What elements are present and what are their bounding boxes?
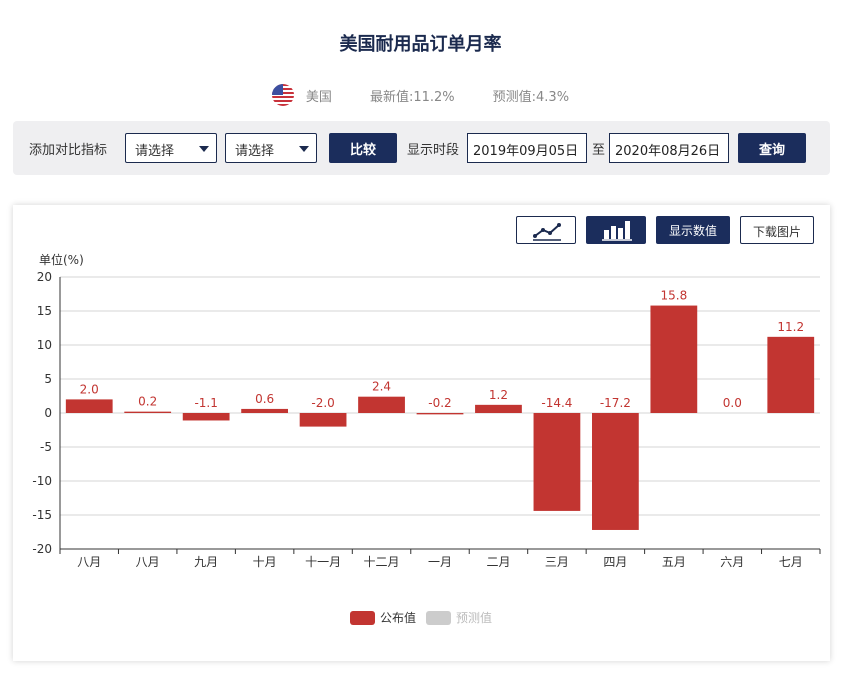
legend-label-forecast: 预测值 <box>456 610 492 625</box>
x-tick-label: 七月 <box>779 555 803 569</box>
data-label: 1.2 <box>489 388 508 402</box>
x-tick-label: 十一月 <box>305 555 341 569</box>
data-label: -17.2 <box>600 396 631 410</box>
compare-select-2[interactable]: 请选择 <box>225 133 317 163</box>
x-tick-label: 五月 <box>662 555 686 569</box>
bar <box>241 408 288 413</box>
bar <box>767 336 815 413</box>
y-tick-label: 20 <box>37 270 52 284</box>
data-label: 0.2 <box>138 395 157 409</box>
data-label: 11.2 <box>777 320 804 334</box>
data-label: -14.4 <box>541 396 572 410</box>
data-label: 15.8 <box>660 289 687 303</box>
forecast-value: 预测值:4.3% <box>492 89 570 105</box>
data-label: 0.6 <box>255 392 274 406</box>
x-tick-label: 十月 <box>253 555 277 569</box>
data-label: 0.0 <box>723 396 742 410</box>
compare-select-1[interactable]: 请选择 <box>125 133 217 163</box>
legend-label-published: 公布值 <box>380 610 416 625</box>
bar <box>124 411 172 413</box>
x-tick-label: 六月 <box>720 555 744 569</box>
x-tick-label: 八月 <box>77 555 101 569</box>
x-tick-label: 八月 <box>136 555 160 569</box>
y-tick-label: -10 <box>32 474 52 488</box>
x-tick-label: 一月 <box>428 555 452 569</box>
query-button[interactable]: 查询 <box>738 133 806 163</box>
bar <box>416 413 464 415</box>
indicator-meta: 美国 最新值:11.2% 预测值:4.3% <box>0 84 841 106</box>
y-tick-label: 5 <box>44 372 52 386</box>
chevron-down-icon <box>299 146 309 152</box>
compare-toolbar: 添加对比指标 请选择 请选择 比较 显示时段 2019年09月05日 至 202… <box>13 121 830 175</box>
bar <box>358 396 405 413</box>
x-tick-label: 三月 <box>545 555 569 569</box>
country-name: 美国 <box>305 89 332 105</box>
latest-value: 最新值:11.2% <box>369 89 455 105</box>
end-date-input[interactable]: 2020年08月26日 <box>609 133 729 163</box>
compare-label: 添加对比指标 <box>29 143 108 158</box>
bar <box>650 305 698 413</box>
us-flag-icon <box>271 84 294 106</box>
to-label: 至 <box>592 143 606 158</box>
data-label: -1.1 <box>194 396 217 410</box>
y-tick-label: 10 <box>37 338 52 352</box>
y-tick-label: -20 <box>32 542 52 556</box>
y-tick-label: -15 <box>32 508 52 522</box>
chevron-down-icon <box>199 146 209 152</box>
data-label: -0.2 <box>428 396 451 410</box>
x-tick-label: 二月 <box>486 555 510 569</box>
legend-swatch-published <box>350 611 375 625</box>
x-tick-label: 四月 <box>603 555 627 569</box>
legend-swatch-forecast <box>426 611 451 625</box>
bar <box>475 404 522 413</box>
data-label: 2.0 <box>80 382 99 396</box>
bar-chart: 单位(%) 20 15 10 5 0 -5 -10 -15 -20 八月 八月 九月 十月 十一月 十二月 一月… <box>32 252 821 625</box>
period-label: 显示时段 <box>407 143 460 158</box>
x-tick-label: 九月 <box>194 555 218 569</box>
page: 美国耐用品订单月率 美国 最新值:11.2% 预测值:4.3% 添加对比指标 请… <box>0 0 841 677</box>
y-tick-label: 0 <box>44 406 52 420</box>
bar <box>299 413 347 427</box>
compare-button[interactable]: 比较 <box>329 133 397 163</box>
data-label: 2.4 <box>372 380 391 394</box>
x-tick-label: 十二月 <box>364 555 400 569</box>
bar <box>65 399 113 413</box>
bar <box>533 413 581 511</box>
y-tick-label: -5 <box>40 440 52 454</box>
data-label: -2.0 <box>311 396 334 410</box>
page-title: 美国耐用品订单月率 <box>339 34 502 55</box>
start-date-input[interactable]: 2019年09月05日 <box>467 133 587 163</box>
bar <box>592 413 639 530</box>
y-tick-label: 15 <box>37 304 52 318</box>
chart-card: 显示数值 下载图片 单位(%) 20 15 10 5 0 -5 -10 -15 -20 八月 八月 九月… <box>13 205 830 661</box>
y-axis-label: 单位(%) <box>39 252 84 267</box>
bar <box>182 413 230 421</box>
